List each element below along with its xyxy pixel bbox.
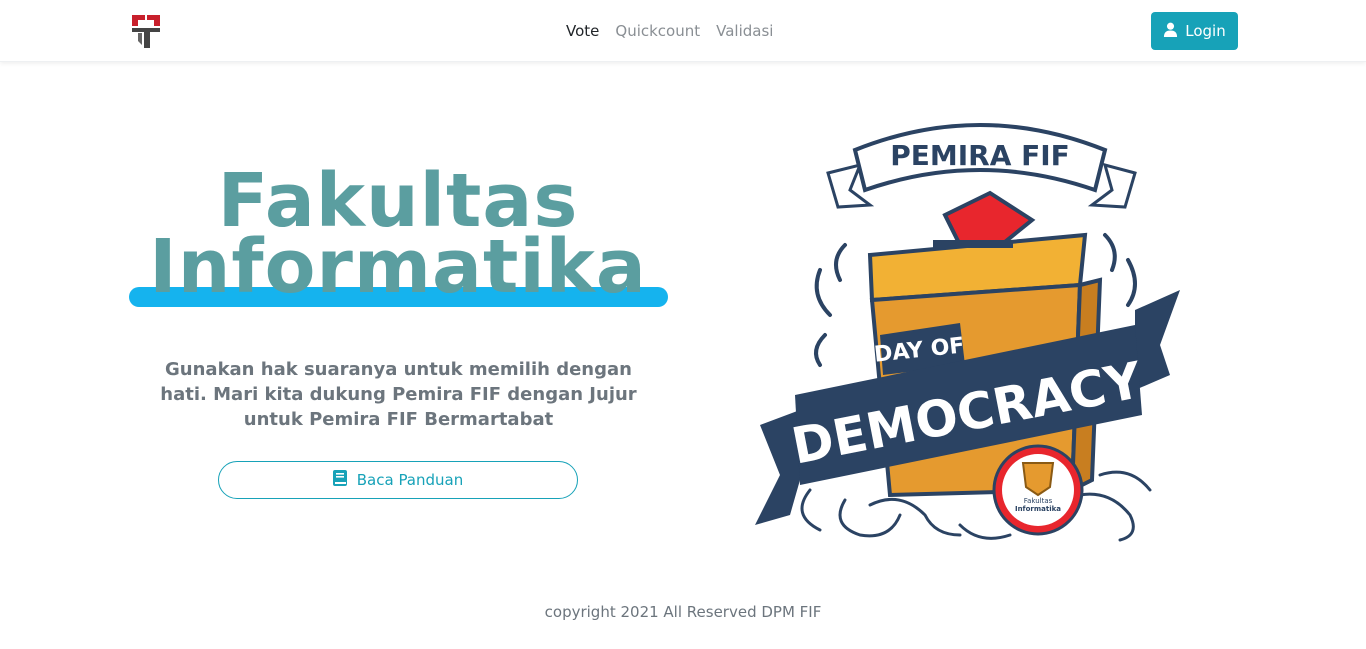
- user-icon: [1163, 22, 1178, 41]
- svg-text:PEMIRA FIF: PEMIRA FIF: [890, 139, 1070, 172]
- login-label: Login: [1185, 22, 1226, 40]
- nav-link-validasi[interactable]: Validasi: [708, 21, 781, 41]
- svg-text:Informatika: Informatika: [1015, 505, 1061, 513]
- navbar: Vote Quickcount Validasi Login: [0, 0, 1366, 62]
- pemira-ribbon: PEMIRA FIF: [826, 123, 1137, 209]
- hero-title-line2: Informatika: [149, 224, 647, 310]
- svg-text:Fakultas: Fakultas: [1024, 497, 1053, 505]
- hero-tagline: Gunakan hak suaranya untuk memilih denga…: [160, 359, 637, 430]
- hero-title: Fakultas Informatika: [128, 164, 668, 310]
- democracy-illustration: PEMIRA FIF DAY OF DEMOCRACY Fakultas Inf…: [750, 95, 1190, 555]
- book-icon: [332, 470, 347, 490]
- nav-link-quickcount[interactable]: Quickcount: [607, 21, 708, 41]
- nav-links: Vote Quickcount Validasi: [558, 21, 781, 41]
- login-button[interactable]: Login: [1151, 12, 1238, 50]
- faculty-badge: Fakultas Informatika: [992, 444, 1084, 536]
- guide-label: Baca Panduan: [356, 471, 464, 489]
- guide-button[interactable]: Baca Panduan: [218, 461, 578, 499]
- footer-copyright: copyright 2021 All Reserved DPM FIF: [544, 603, 822, 621]
- logo-icon[interactable]: [131, 13, 161, 49]
- nav-link-vote[interactable]: Vote: [558, 21, 607, 41]
